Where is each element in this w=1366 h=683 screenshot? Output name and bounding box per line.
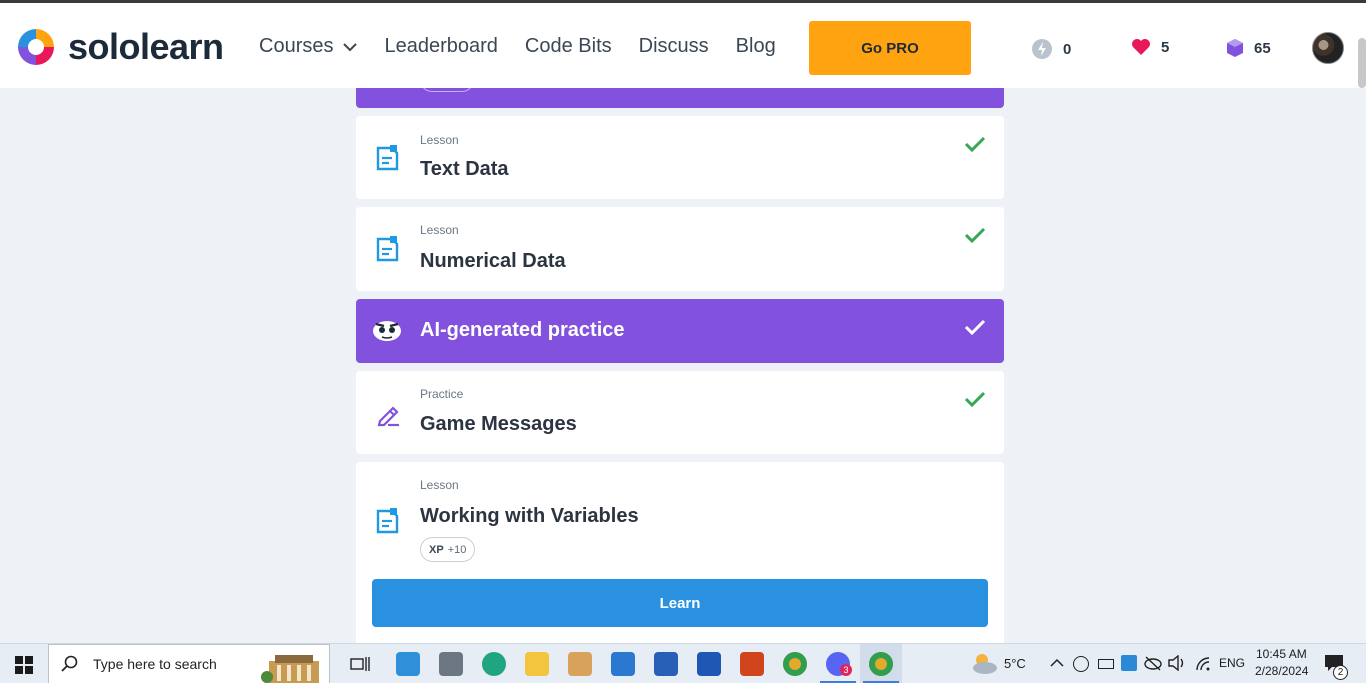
chrome-active-app-icon[interactable] (869, 652, 893, 676)
lesson-kind: Lesson (420, 133, 459, 147)
xp-value: +10 (447, 543, 467, 556)
nav-code-bits-label: Code Bits (524, 35, 612, 57)
sololearn-logo[interactable]: sololearn (14, 25, 224, 69)
lesson-icon (376, 236, 399, 262)
battery-icon[interactable] (1098, 659, 1114, 669)
sololearn-logo-icon (18, 29, 54, 65)
user-avatar[interactable] (1312, 32, 1344, 64)
speaker-icon[interactable] (1168, 655, 1186, 671)
practice-card-game-messages[interactable]: Practice Game Messages (356, 371, 1004, 454)
language-indicator[interactable]: ENG (1219, 656, 1245, 670)
heart-icon (1132, 39, 1150, 55)
chevron-up-icon[interactable] (1050, 658, 1064, 668)
taskbar-search[interactable]: Type here to search (48, 644, 330, 683)
nav-discuss-label: Discuss (638, 35, 709, 57)
xp-badge: XP +10 (420, 537, 476, 562)
lightning-icon (1032, 39, 1052, 59)
task-view-icon[interactable] (350, 655, 370, 673)
top-navbar: sololearn Courses Leaderboard Code Bits … (0, 0, 1366, 88)
hearts-count: 5 (1161, 38, 1170, 56)
ai-practice-title: AI-generated practice (420, 319, 625, 341)
nav-blog-label: Blog (735, 35, 776, 57)
lesson-card-numerical-data[interactable]: Lesson Numerical Data (356, 207, 1004, 291)
powerpoint-app-icon[interactable] (740, 652, 764, 676)
clock-time[interactable]: 10:45 AM (1256, 647, 1307, 661)
nav-leaderboard-label: Leaderboard (384, 35, 498, 57)
mail-app-icon[interactable] (611, 652, 635, 676)
search-highlight-icon (261, 655, 319, 683)
nav-leaderboard[interactable]: Leaderboard (384, 35, 497, 58)
weather-temp: 5°C (1004, 656, 1026, 671)
learn-button[interactable]: Learn (372, 579, 988, 627)
lesson-title: Numerical Data (420, 250, 566, 272)
xp-label: XP (429, 543, 444, 556)
photos-app-icon[interactable] (396, 652, 420, 676)
pencil-icon (377, 406, 399, 427)
main-nav: Courses Leaderboard Code Bits Discuss Bl… (259, 35, 803, 58)
brand-name: sololearn (68, 26, 224, 67)
nav-discuss[interactable]: Discuss (639, 35, 709, 58)
notification-count: 2 (1333, 665, 1348, 680)
network-app-icon[interactable] (1121, 655, 1137, 671)
nav-code-bits[interactable]: Code Bits (525, 35, 612, 58)
discord-badge: 3 (840, 664, 852, 676)
energy-counter[interactable]: 0 (1031, 38, 1071, 60)
page-scrollbar[interactable] (1358, 38, 1366, 88)
search-icon (61, 655, 78, 672)
lesson-kind: Lesson (420, 478, 459, 492)
file-explorer-icon[interactable] (525, 652, 549, 676)
paint-app-icon[interactable] (568, 652, 592, 676)
lesson-title: Text Data (420, 158, 509, 180)
weather-cloud-icon[interactable] (970, 652, 998, 676)
check-icon (964, 136, 986, 153)
nav-courses[interactable]: Courses (259, 35, 358, 58)
nav-courses-label: Courses (259, 35, 334, 57)
chrome-app-icon[interactable] (783, 652, 807, 676)
ai-mascot-icon (373, 321, 401, 341)
lesson-icon (376, 508, 399, 534)
lesson-card-working-with-variables[interactable]: Lesson Working with Variables XP +10 Lea… (356, 462, 1004, 643)
lesson-title: Working with Variables (420, 505, 639, 527)
go-pro-button[interactable]: Go PRO (809, 21, 971, 75)
meet-now-icon[interactable] (1073, 656, 1089, 672)
camera-app-icon[interactable] (439, 652, 463, 676)
clock-date[interactable]: 2/28/2024 (1255, 664, 1308, 678)
check-icon (964, 391, 986, 408)
lesson-icon (376, 145, 399, 171)
check-icon (964, 319, 986, 336)
chevron-down-icon (343, 42, 358, 51)
lesson-kind: Lesson (420, 223, 459, 237)
edge-app-icon[interactable] (482, 652, 506, 676)
practice-title: Game Messages (420, 413, 577, 435)
lesson-card-text-data[interactable]: Lesson Text Data (356, 116, 1004, 199)
hearts-counter[interactable]: 5 (1131, 38, 1169, 56)
windows-start-icon[interactable] (15, 656, 33, 674)
practice-kind: Practice (420, 387, 464, 401)
gem-icon (1227, 39, 1243, 57)
check-icon (964, 227, 986, 244)
word-app-icon[interactable] (697, 652, 721, 676)
windows-taskbar: Type here to search 3 5°C ENG 10:45 AM 2… (0, 643, 1366, 683)
cloud-offline-icon[interactable] (1144, 655, 1162, 671)
nav-blog[interactable]: Blog (736, 35, 776, 58)
wifi-icon[interactable] (1195, 656, 1211, 672)
ai-practice-card[interactable]: AI-generated practice (356, 299, 1004, 363)
gems-count: 65 (1254, 39, 1271, 57)
gems-counter[interactable]: 65 (1226, 38, 1271, 58)
energy-count: 0 (1063, 40, 1072, 58)
search-placeholder: Type here to search (93, 656, 217, 672)
store-app-icon[interactable] (654, 652, 678, 676)
